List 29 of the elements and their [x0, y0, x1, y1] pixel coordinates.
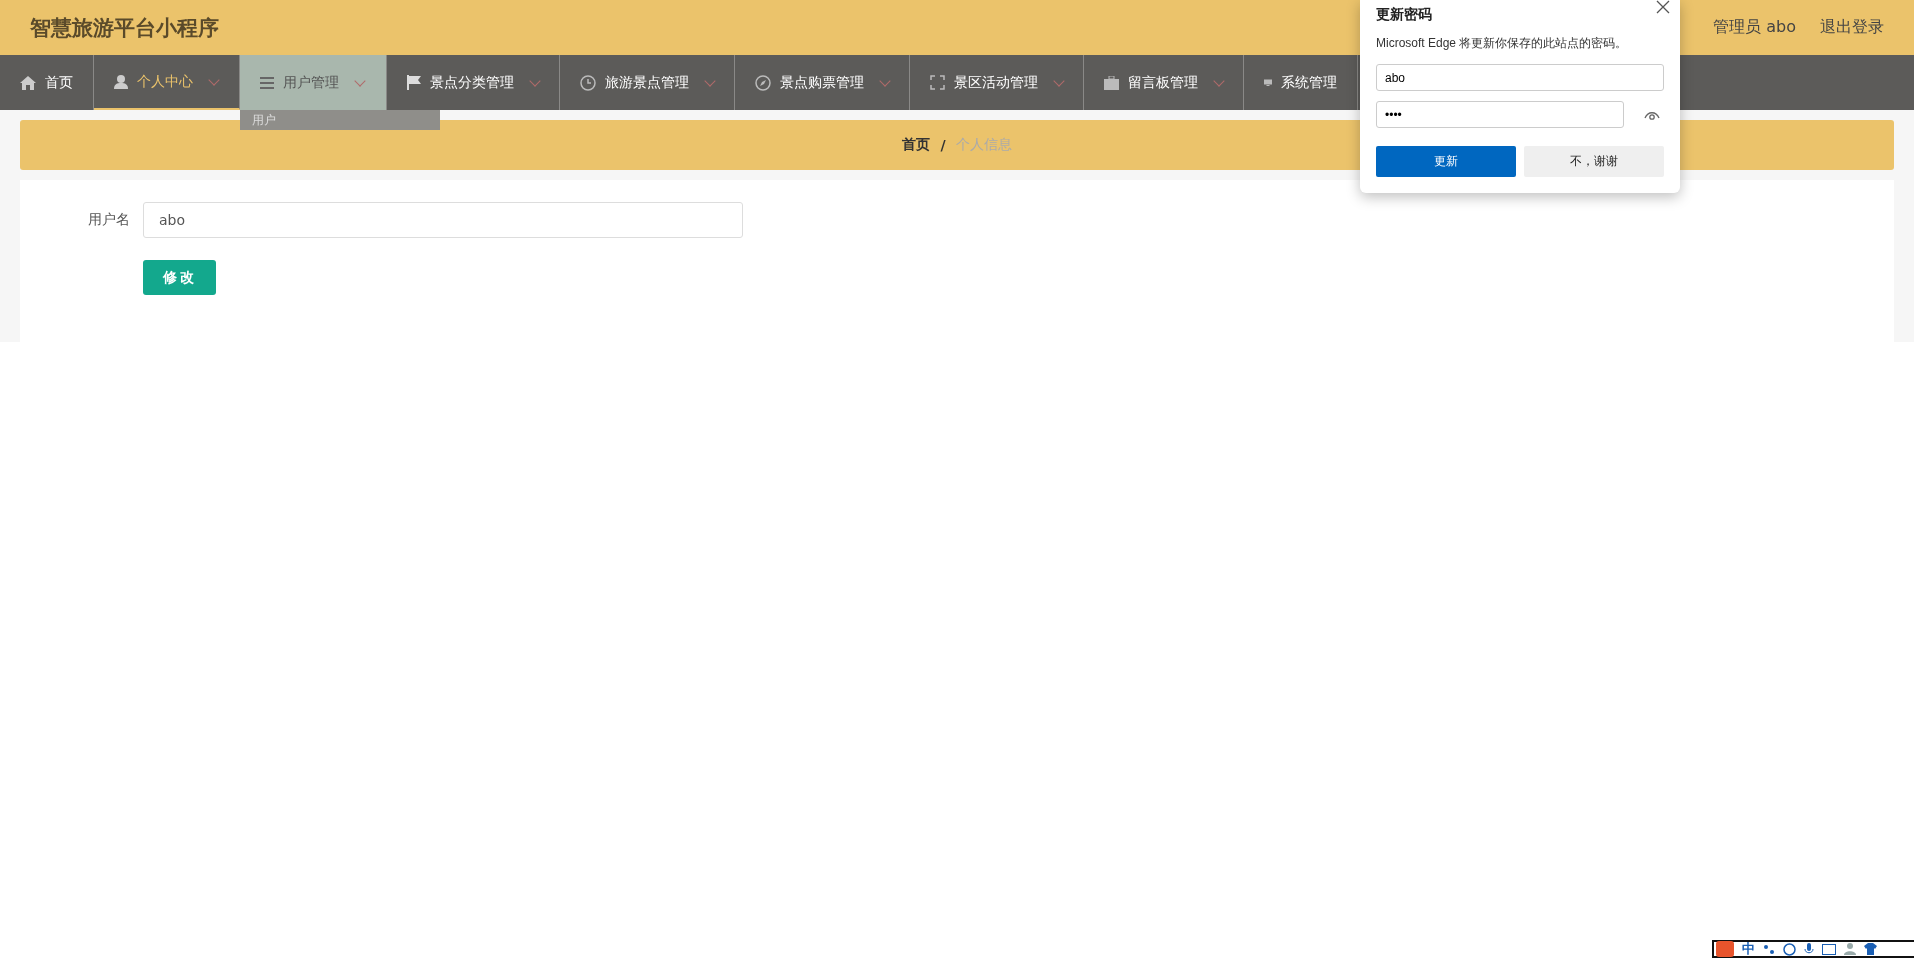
update-button[interactable]: 更新	[1376, 146, 1516, 177]
dialog-title: 更新密码	[1376, 6, 1433, 24]
decline-button[interactable]: 不，谢谢	[1524, 146, 1664, 177]
clock-icon	[580, 74, 596, 91]
username-field[interactable]: abo	[1376, 64, 1664, 91]
compass-icon	[755, 74, 771, 91]
field-label: 用户名	[87, 211, 131, 229]
frame-icon	[930, 75, 945, 90]
close-icon[interactable]	[1656, 0, 1670, 14]
username-field[interactable]: abo	[143, 202, 743, 238]
user-name: 管理员 abo	[1713, 17, 1796, 38]
keyboard-icon[interactable]	[1822, 943, 1836, 955]
microphone-icon[interactable]	[1804, 942, 1814, 956]
dialog-message: Microsoft Edge 将更新你保存的此站点的密码。	[1376, 35, 1629, 52]
password-field[interactable]: ••••	[1376, 101, 1624, 128]
eye-icon[interactable]	[1644, 109, 1660, 120]
breadcrumb-link[interactable]: 首页	[902, 136, 931, 154]
list-icon	[260, 76, 274, 89]
flag-icon	[407, 75, 421, 90]
punctuation-icon[interactable]	[1763, 943, 1775, 955]
shirt-icon[interactable]	[1864, 943, 1877, 955]
input-mode-toggle[interactable]: 中	[1742, 942, 1755, 956]
separator: /	[940, 137, 946, 153]
briefcase-icon	[1104, 75, 1119, 90]
logout-link[interactable]: 退出登录	[1820, 17, 1884, 38]
home-icon	[20, 75, 36, 90]
app-title: 智慧旅游平台小程序	[30, 14, 219, 42]
nav-tab[interactable]: 用户管理	[240, 55, 387, 110]
person-icon	[114, 74, 128, 89]
